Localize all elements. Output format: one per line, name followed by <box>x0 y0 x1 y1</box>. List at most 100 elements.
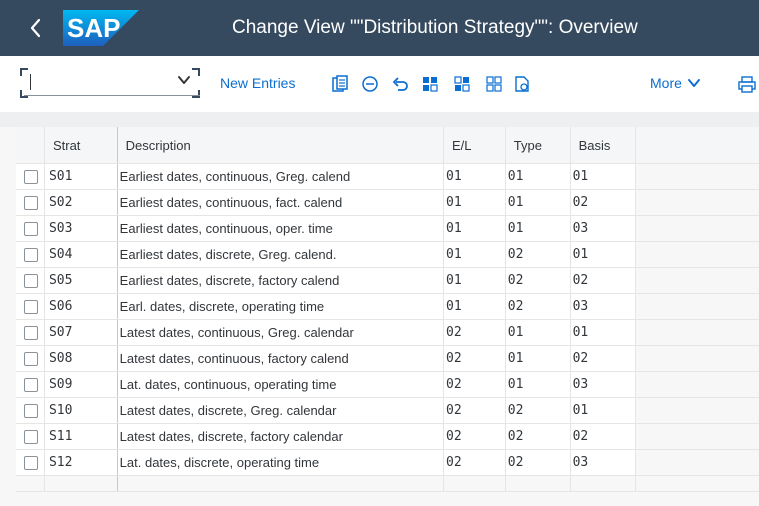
table-row[interactable]: S04 Earliest dates, discrete, Greg. cale… <box>16 241 759 268</box>
chevron-left-icon[interactable] <box>22 14 50 42</box>
column-header-basis[interactable]: Basis <box>570 127 637 164</box>
deselect-all-icon[interactable] <box>484 74 504 94</box>
cell-basis: 02 <box>570 189 637 216</box>
table-row[interactable]: S01 Earliest dates, continuous, Greg. ca… <box>16 163 759 190</box>
row-checkbox[interactable] <box>24 377 38 392</box>
row-select-cell[interactable] <box>16 267 45 294</box>
row-select-cell[interactable] <box>16 293 45 320</box>
row-select-cell[interactable] <box>16 215 45 242</box>
table-row[interactable]: S08 Latest dates, continuous, factory ca… <box>16 345 759 372</box>
cell-description: Earliest dates, discrete, Greg. calend. <box>117 241 445 268</box>
cell-strat: S12 <box>44 449 118 476</box>
variant-dropdown[interactable] <box>20 68 200 98</box>
row-checkbox[interactable] <box>24 169 38 184</box>
row-checkbox[interactable] <box>24 221 38 236</box>
new-entries-button[interactable]: New Entries <box>220 75 295 91</box>
table-row[interactable]: S06 Earl. dates, discrete, operating tim… <box>16 293 759 320</box>
cell-filler <box>635 397 759 424</box>
row-select-cell[interactable] <box>16 397 45 424</box>
select-all-icon[interactable] <box>420 74 440 94</box>
cell-description: Earliest dates, discrete, factory calend <box>117 267 445 294</box>
sap-logo[interactable]: SAP <box>63 10 139 46</box>
cell-description: Earl. dates, discrete, operating time <box>117 293 445 320</box>
table-row[interactable]: S09 Lat. dates, continuous, operating ti… <box>16 371 759 398</box>
row-select-cell[interactable] <box>16 189 45 216</box>
cell-el: 02 <box>443 319 506 346</box>
cell-type: 01 <box>505 189 571 216</box>
row-select-cell[interactable] <box>16 241 45 268</box>
table-top-band <box>0 112 759 127</box>
cell-basis: 01 <box>570 163 637 190</box>
table-row[interactable]: S12 Lat. dates, discrete, operating time… <box>16 449 759 476</box>
cell-basis: 03 <box>570 293 637 320</box>
table-row[interactable]: S07 Latest dates, continuous, Greg. cale… <box>16 319 759 346</box>
print-icon[interactable] <box>737 74 757 94</box>
cell-basis: 02 <box>570 267 637 294</box>
undo-icon[interactable] <box>390 74 410 94</box>
cell-description: Latest dates, continuous, factory calend <box>117 345 445 372</box>
copy-icon[interactable] <box>330 74 350 94</box>
cell-description: Earliest dates, continuous, Greg. calend <box>117 163 445 190</box>
row-select-cell[interactable] <box>16 423 45 450</box>
cell-type: 01 <box>505 163 571 190</box>
cell-basis: 02 <box>570 423 637 450</box>
row-select-cell[interactable] <box>16 163 45 190</box>
cell-description: Latest dates, discrete, Greg. calendar <box>117 397 445 424</box>
more-button[interactable]: More <box>650 75 682 91</box>
bracket-bottom-left <box>20 90 28 98</box>
cell-strat: S06 <box>44 293 118 320</box>
row-select-cell[interactable] <box>16 345 45 372</box>
cell-basis: 01 <box>570 319 637 346</box>
empty-cell <box>44 475 118 492</box>
cell-el: 02 <box>443 345 506 372</box>
row-checkbox[interactable] <box>24 403 38 418</box>
cell-basis: 03 <box>570 371 637 398</box>
cell-strat: S05 <box>44 267 118 294</box>
cell-strat: S03 <box>44 215 118 242</box>
cell-strat: S10 <box>44 397 118 424</box>
column-header-type[interactable]: Type <box>505 127 571 164</box>
cell-filler <box>635 241 759 268</box>
cell-filler <box>635 293 759 320</box>
table-area: Strat Description E/L Type Basis S01 Ear… <box>0 112 759 506</box>
row-select-cell[interactable] <box>16 371 45 398</box>
cell-type: 02 <box>505 397 571 424</box>
cell-type: 01 <box>505 215 571 242</box>
cell-description: Latest dates, continuous, Greg. calendar <box>117 319 445 346</box>
remove-icon[interactable] <box>360 74 380 94</box>
row-checkbox[interactable] <box>24 195 38 210</box>
column-header-strat[interactable]: Strat <box>44 127 118 164</box>
cell-filler <box>635 449 759 476</box>
cell-strat: S09 <box>44 371 118 398</box>
column-header-description[interactable]: Description <box>117 127 445 164</box>
cell-type: 01 <box>505 371 571 398</box>
row-select-cell[interactable] <box>16 319 45 346</box>
cell-el: 01 <box>443 189 506 216</box>
table-row[interactable]: S03 Earliest dates, continuous, oper. ti… <box>16 215 759 242</box>
row-checkbox[interactable] <box>24 325 38 340</box>
details-icon[interactable] <box>512 74 532 94</box>
cell-strat: S08 <box>44 345 118 372</box>
column-header-el[interactable]: E/L <box>443 127 506 164</box>
row-checkbox[interactable] <box>24 299 38 314</box>
row-checkbox[interactable] <box>24 455 38 470</box>
logo-text: SAP <box>67 13 120 43</box>
row-select-cell[interactable] <box>16 449 45 476</box>
chevron-down-icon[interactable] <box>176 72 192 88</box>
cell-el: 02 <box>443 397 506 424</box>
cell-el: 01 <box>443 163 506 190</box>
chevron-down-icon[interactable] <box>686 75 702 91</box>
row-checkbox[interactable] <box>24 429 38 444</box>
table-row[interactable]: S10 Latest dates, discrete, Greg. calend… <box>16 397 759 424</box>
cell-basis: 03 <box>570 449 637 476</box>
select-all-cell[interactable] <box>16 127 45 164</box>
table-row[interactable]: S11 Latest dates, discrete, factory cale… <box>16 423 759 450</box>
table-row[interactable]: S02 Earliest dates, continuous, fact. ca… <box>16 189 759 216</box>
row-checkbox[interactable] <box>24 247 38 262</box>
column-header-filler <box>635 127 759 164</box>
table-row[interactable]: S05 Earliest dates, discrete, factory ca… <box>16 267 759 294</box>
row-checkbox[interactable] <box>24 351 38 366</box>
cell-el: 02 <box>443 423 506 450</box>
select-block-icon[interactable] <box>452 74 472 94</box>
row-checkbox[interactable] <box>24 273 38 288</box>
